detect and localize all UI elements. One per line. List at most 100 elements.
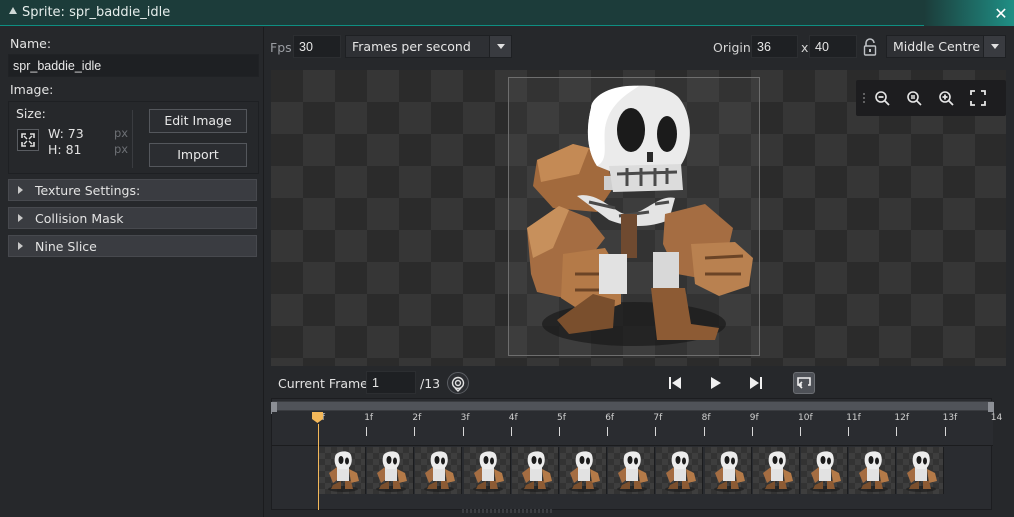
zoom-out-icon[interactable] — [871, 87, 893, 109]
onion-skin-button[interactable] — [447, 372, 469, 394]
tick-mark — [800, 427, 801, 436]
close-button[interactable]: ✕ — [988, 0, 1014, 26]
onion-skin-icon — [451, 376, 465, 392]
play-icon[interactable] — [705, 373, 725, 393]
tick-mark — [366, 427, 368, 436]
tick-label: 8f — [701, 413, 711, 423]
skeleton-thumbnail-icon — [472, 451, 504, 492]
tick-label: 12f — [894, 413, 910, 423]
edit-image-button[interactable]: Edit Image — [149, 109, 247, 133]
collision-mask-section[interactable]: Collision Mask — [8, 207, 257, 229]
tick-mark — [414, 427, 416, 436]
skeleton-thumbnail-icon — [328, 451, 359, 492]
frame-thumbnail[interactable] — [752, 447, 800, 494]
frame-strip — [319, 447, 945, 495]
tick-mark — [462, 427, 464, 436]
skeleton-thumbnail-icon — [665, 451, 697, 492]
frame-thumbnail[interactable] — [367, 447, 415, 494]
resize-icon[interactable] — [17, 129, 39, 151]
skeleton-thumbnail-icon — [617, 451, 649, 492]
frame-thumbnail[interactable] — [849, 447, 897, 494]
frame-thumbnail[interactable] — [656, 447, 704, 494]
fit-screen-icon[interactable] — [967, 87, 989, 109]
tick-label: 9f — [749, 413, 759, 423]
tick-label: 6f — [605, 413, 615, 423]
name-label: Name: — [10, 36, 52, 51]
fps-label: Fps — [270, 40, 292, 55]
zoom-reset-icon[interactable] — [903, 87, 925, 109]
fps-input[interactable] — [293, 35, 341, 58]
frame-ruler[interactable]: 0f1f2f3f4f5f6f7f8f9f10f11f12f13f14 — [272, 412, 1002, 446]
fps-mode-select[interactable]: Frames per second — [345, 35, 512, 58]
origin-preset-value: Middle Centre — [893, 39, 981, 54]
right-panel: Fps Frames per second Origin x Middle Ce… — [264, 27, 1014, 517]
nine-slice-section[interactable]: Nine Slice — [8, 235, 257, 257]
resize-grip[interactable] — [462, 509, 552, 513]
sprite-bounds — [508, 77, 760, 356]
loop-toggle-button[interactable] — [793, 372, 815, 394]
tick-label: 11f — [846, 413, 861, 423]
fps-mode-value: Frames per second — [352, 39, 471, 54]
title-bar[interactable]: Sprite: spr_baddie_idle ✕ — [0, 0, 1014, 26]
skeleton-thumbnail-icon — [376, 451, 408, 492]
origin-y-input[interactable] — [809, 35, 857, 58]
frame-thumbnail[interactable] — [704, 447, 752, 494]
sprite-editor-window: Sprite: spr_baddie_idle ✕ Name: Image: S… — [0, 0, 1014, 517]
tick-label: 1f — [364, 413, 374, 423]
sprite-canvas[interactable] — [271, 70, 1006, 366]
collapse-triangle-icon[interactable] — [9, 7, 17, 14]
current-frame-input[interactable] — [366, 371, 416, 394]
section-label: Nine Slice — [35, 238, 97, 254]
tick-mark — [510, 427, 512, 436]
zoom-in-icon[interactable] — [935, 87, 957, 109]
import-button[interactable]: Import — [149, 143, 247, 167]
frame-thumbnail[interactable] — [415, 447, 463, 494]
chevron-down-icon — [983, 36, 1005, 57]
origin-x-input[interactable] — [751, 35, 798, 58]
skeleton-thumbnail-icon — [761, 451, 793, 492]
width-text: W: 73 — [48, 126, 84, 141]
tick-mark — [655, 427, 657, 436]
expand-triangle-icon — [18, 242, 23, 250]
frame-thumbnail[interactable] — [801, 447, 848, 494]
lock-icon[interactable] — [862, 37, 878, 57]
tick-mark — [559, 427, 560, 436]
tick-label: 13f — [942, 413, 958, 423]
divider — [132, 110, 133, 168]
frame-thumbnail[interactable] — [897, 447, 945, 494]
skeleton-thumbnail-icon — [810, 451, 841, 492]
frame-thumbnail[interactable] — [608, 447, 656, 494]
frame-thumbnail[interactable] — [463, 447, 511, 494]
tick-mark — [703, 427, 705, 436]
first-frame-icon[interactable] — [665, 373, 685, 393]
image-label: Image: — [10, 82, 54, 97]
left-panel: Name: Image: Size: W: 73 H: 81 px px Edi… — [0, 27, 263, 517]
tick-label: 5f — [557, 413, 566, 423]
last-frame-icon[interactable] — [746, 373, 766, 393]
frame-thumbnail[interactable] — [511, 447, 559, 494]
tick-mark — [944, 427, 946, 436]
origin-separator: x — [801, 40, 809, 55]
width-unit: px — [114, 126, 129, 140]
skeleton-thumbnail-icon — [520, 451, 552, 492]
skeleton-thumbnail-icon — [569, 451, 600, 492]
sprite-name-input[interactable] — [8, 54, 259, 77]
expand-triangle-icon — [18, 186, 23, 194]
tick-label: 3f — [460, 413, 470, 423]
skeleton-thumbnail-icon — [713, 451, 745, 492]
chevron-down-icon — [489, 36, 511, 57]
texture-settings-section[interactable]: Texture Settings: — [8, 179, 257, 201]
origin-preset-select[interactable]: Middle Centre — [886, 35, 1006, 58]
timeline-scrollbar[interactable] — [271, 401, 994, 414]
skeleton-thumbnail-icon — [424, 451, 456, 492]
frame-thumbnail[interactable] — [560, 447, 607, 494]
grip-icon[interactable] — [862, 92, 866, 104]
current-frame-label: Current Frame: — [278, 376, 373, 391]
tick-label: 7f — [653, 413, 663, 423]
timeline[interactable]: 0f1f2f3f4f5f6f7f8f9f10f11f12f13f14 — [271, 398, 1002, 510]
section-label: Texture Settings: — [35, 182, 141, 198]
tick-mark — [607, 427, 609, 436]
frame-thumbnail[interactable] — [319, 447, 366, 494]
playhead-marker-icon[interactable] — [312, 412, 323, 423]
tick-mark — [751, 427, 753, 436]
